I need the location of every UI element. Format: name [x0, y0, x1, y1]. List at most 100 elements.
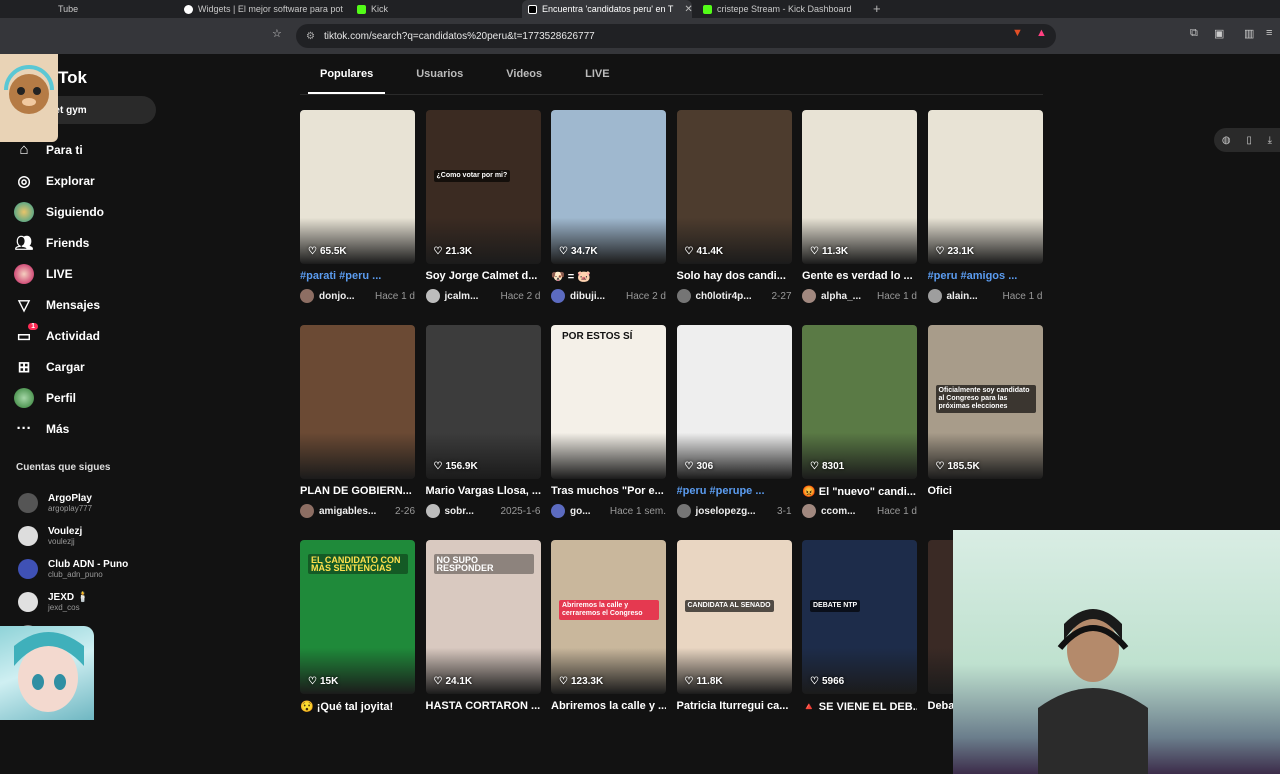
nav-item-mas[interactable]: ··· Más	[14, 413, 104, 444]
video-caption[interactable]: Gente es verdad lo ...	[802, 270, 917, 284]
video-card[interactable]: CANDIDATA AL SENADO ♡ 11.8K Patricia Iturre…	[676, 540, 792, 714]
avatar[interactable]	[425, 289, 440, 303]
bookmark-icon[interactable]: ☆	[272, 27, 282, 40]
avatar[interactable]	[802, 504, 816, 518]
nav-item-explorar[interactable]: ◎ Explorar	[14, 165, 104, 196]
nav-item-friends[interactable]: 👥︎ Friends	[14, 227, 104, 258]
video-caption[interactable]: Soy Jorge Calmet d...	[426, 270, 541, 284]
new-tab-icon[interactable]: +	[873, 1, 881, 16]
sidebar-toggle-icon[interactable]: ▥	[1244, 27, 1254, 40]
video-author[interactable]: go...	[570, 506, 591, 517]
tiktok-logo[interactable]: Tok	[58, 68, 87, 88]
browser-tab[interactable]: Kick	[351, 0, 516, 18]
video-card[interactable]: ♡ 8301 😡 El "nuevo" candi... ccom... Hace 1 …	[802, 325, 917, 518]
video-card[interactable]: Oficialmente soy candidato al Congreso p…	[927, 325, 1043, 499]
close-tab-icon[interactable]: ✕	[684, 4, 692, 15]
video-author[interactable]: jcalm...	[445, 291, 479, 302]
brave-shield-icon[interactable]: ▼	[1012, 27, 1023, 39]
video-thumbnail[interactable]: ♡ 11.3K	[802, 110, 917, 264]
video-thumbnail[interactable]	[300, 325, 415, 479]
nav-item-cargar[interactable]: ⊞ Cargar	[14, 351, 104, 382]
following-item[interactable]: JEXD 🕯️ jexd_cos	[18, 585, 128, 618]
avatar[interactable]	[927, 289, 942, 303]
browser-tab[interactable]: Tube	[52, 0, 132, 18]
video-thumbnail[interactable]: NO SUPO RESPONDER ♡ 24.1K	[425, 540, 541, 694]
video-card[interactable]: NO SUPO RESPONDER ♡ 24.1K HASTA CORTARON ..…	[425, 540, 541, 714]
video-caption[interactable]: #peru #amigos ...	[928, 270, 1043, 284]
avatar[interactable]	[676, 289, 691, 303]
video-thumbnail[interactable]: ♡ 41.4K	[676, 110, 792, 264]
video-caption[interactable]: PLAN DE GOBIERN...	[300, 485, 415, 499]
video-thumbnail[interactable]: ♡ 156.9K	[425, 325, 541, 479]
avatar[interactable]	[676, 504, 691, 518]
video-author[interactable]: ccom...	[821, 506, 855, 517]
nav-item-mensajes[interactable]: ▽ Mensajes	[14, 289, 104, 320]
rewards-icon[interactable]: ▲	[1036, 27, 1047, 39]
video-card[interactable]: Deba	[927, 540, 1043, 714]
video-thumbnail[interactable]: CANDIDATA AL SENADO ♡ 11.8K	[676, 540, 792, 694]
video-thumbnail[interactable]: ♡ 34.7K	[551, 110, 666, 264]
video-card[interactable]: POR ESTOS SÍ Tras muchos "Por e... go... Ha…	[551, 325, 666, 518]
video-author[interactable]: dibuji...	[570, 291, 605, 302]
video-card[interactable]: Abriremos la calle y cerraremos el Congr…	[551, 540, 666, 714]
url-field[interactable]: ⚙ tiktok.com/search?q=candidatos%20peru&…	[296, 24, 1056, 48]
video-card[interactable]: ♡ 156.9K Mario Vargas Llosa, ... sobr... 202…	[425, 325, 541, 518]
video-thumbnail[interactable]: Oficialmente soy candidato al Congreso p…	[927, 325, 1043, 479]
extensions-icon[interactable]: ⧉	[1190, 27, 1198, 40]
video-card[interactable]: ¿Como votar por mi? ♡ 21.3K Soy Jorge Calme…	[425, 110, 541, 303]
following-item[interactable]: Club ADN - Puno club_adn_puno	[18, 552, 128, 585]
video-thumbnail[interactable]: DEBATE NTP ♡ 5966	[802, 540, 917, 694]
video-thumbnail[interactable]: ♡ 8301	[802, 325, 917, 479]
video-card[interactable]: ♡ 65.5K #parati #peru ... donjo... Hace 1 d	[300, 110, 415, 303]
site-info-icon[interactable]: ⚙	[306, 31, 315, 42]
following-item[interactable]: ArgoPlay argoplay777	[18, 486, 128, 519]
video-card[interactable]: ♡ 34.7K 🐶 = 🐷 dibuji... Hace 2 d	[551, 110, 666, 303]
browser-tab[interactable]: cristepe Stream - Kick Dashboard	[697, 0, 867, 18]
nav-item-perfil[interactable]: Perfil	[14, 382, 104, 413]
tab-populares[interactable]: Populares	[308, 68, 386, 94]
tab-videos[interactable]: Videos	[494, 68, 554, 94]
avatar[interactable]	[551, 289, 565, 303]
video-caption[interactable]: Solo hay dos candi...	[677, 270, 792, 284]
video-author[interactable]: donjo...	[319, 291, 355, 302]
video-caption[interactable]: Patricia Iturregui ca...	[677, 700, 792, 714]
avatar[interactable]	[300, 504, 314, 518]
video-caption[interactable]: 😯 ¡Qué tal joyita!	[300, 700, 415, 714]
menu-icon[interactable]: ≡	[1266, 27, 1272, 39]
download-icon[interactable]: ⤓	[1268, 135, 1272, 146]
video-card[interactable]: ♡ 306 #peru #perupe ... joselopezg... 3-1	[676, 325, 792, 518]
phone-icon[interactable]: ▯	[1246, 135, 1252, 146]
video-caption[interactable]: Deba	[928, 700, 953, 714]
video-caption[interactable]: 🐶 = 🐷	[551, 270, 666, 284]
video-author[interactable]: amigables...	[319, 506, 376, 517]
video-author[interactable]: sobr...	[445, 506, 474, 517]
video-thumbnail[interactable]: Abriremos la calle y cerraremos el Congr…	[551, 540, 666, 694]
video-author[interactable]: alain...	[947, 291, 978, 302]
wallet-icon[interactable]: ▣	[1214, 27, 1224, 40]
video-author[interactable]: joselopezg...	[696, 506, 756, 517]
video-caption[interactable]: #parati #peru ...	[300, 270, 415, 284]
avatar[interactable]	[425, 504, 440, 518]
video-caption[interactable]: Abriremos la calle y ...	[551, 700, 666, 714]
following-item[interactable]: Voulezj voulezjj	[18, 519, 128, 552]
video-card[interactable]: EL CANDIDATO CON MÁS SENTENCIAS ♡ 15K 😯 ¡Qu…	[300, 540, 415, 714]
video-caption[interactable]: 😡 El "nuevo" candi...	[802, 485, 917, 499]
video-author[interactable]: alpha_...	[821, 291, 861, 302]
cast-icon[interactable]: ◍	[1222, 135, 1231, 146]
video-thumbnail[interactable]: ♡ 306	[676, 325, 792, 479]
avatar[interactable]	[300, 289, 314, 303]
video-caption[interactable]: 🔺 SE VIENE EL DEB...	[802, 700, 917, 714]
avatar[interactable]	[802, 289, 816, 303]
nav-item-siguiendo[interactable]: Siguiendo	[14, 196, 104, 227]
nav-item-actividad[interactable]: ▭ 1 Actividad	[14, 320, 104, 351]
browser-tab[interactable]: Widgets | El mejor software para pot	[178, 0, 343, 18]
video-thumbnail[interactable]: ♡ 23.1K	[927, 110, 1043, 264]
video-thumbnail[interactable]: ♡ 65.5K	[300, 110, 415, 264]
video-card[interactable]: ♡ 41.4K Solo hay dos candi... ch0lotir4p...…	[676, 110, 792, 303]
video-thumbnail[interactable]: EL CANDIDATO CON MÁS SENTENCIAS ♡ 15K	[300, 540, 415, 694]
video-author[interactable]: ch0lotir4p...	[696, 291, 752, 302]
video-card[interactable]: ♡ 11.3K Gente es verdad lo ... alpha_... Hac…	[802, 110, 917, 303]
tab-live[interactable]: LIVE	[573, 68, 621, 94]
browser-tab-active[interactable]: Encuentra 'candidatos peru' en T ✕	[522, 0, 692, 18]
video-caption[interactable]: Ofici	[928, 485, 953, 499]
